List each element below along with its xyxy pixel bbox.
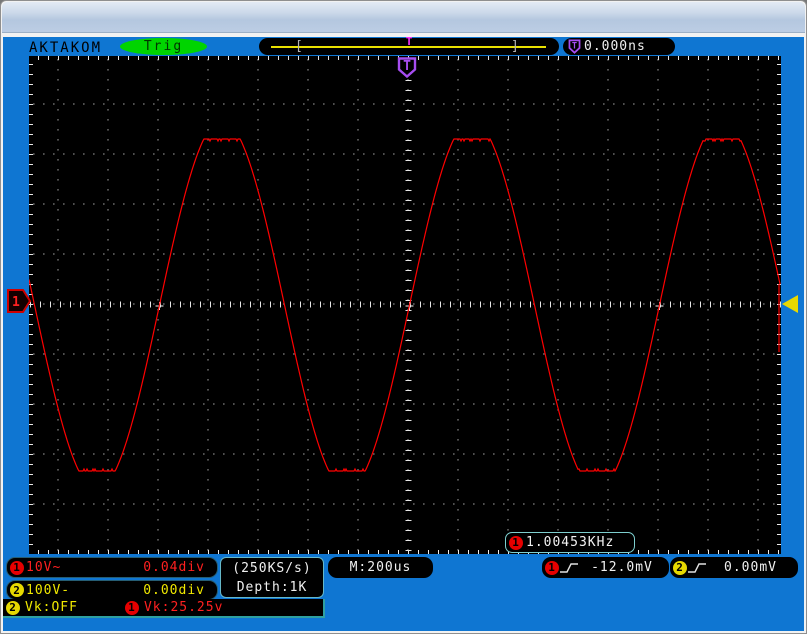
oscilloscope-window: AKTAKOM Trig [ ] T T 0.000ns T xyxy=(0,0,807,634)
ch1-badge: 1 xyxy=(509,536,523,550)
svg-text:1: 1 xyxy=(12,295,20,310)
vk-status-bar: 2 Vk:OFF 1 Vk:25.25v xyxy=(3,599,325,618)
graticule-svg xyxy=(29,56,781,554)
rising-edge-icon xyxy=(687,561,707,575)
trigger-time-value: 0.000ns xyxy=(584,39,646,54)
window-titlebar[interactable] xyxy=(2,2,805,33)
ch2-badge: 2 xyxy=(10,583,24,597)
svg-text:T: T xyxy=(403,59,411,74)
waveform-trace xyxy=(29,139,780,471)
trigger-time-readout: T 0.000ns xyxy=(563,38,675,55)
frequency-readout: 1 1.00453KHz xyxy=(505,532,635,553)
trigger1-level-pill[interactable]: 1 -12.0mV xyxy=(542,557,669,578)
rising-edge-icon xyxy=(559,561,579,575)
ch1-badge: 1 xyxy=(545,561,559,575)
trigger-position-marker[interactable]: T xyxy=(397,57,417,78)
ch1-vk-value: Vk:25.25v xyxy=(144,600,223,615)
ch2-vk-value: Vk:OFF xyxy=(25,600,78,615)
trigger-shield-icon: T xyxy=(568,39,581,54)
trigger2-level: 0.00mV xyxy=(707,560,794,575)
ch1-badge: 1 xyxy=(10,561,24,575)
trigger2-level-pill[interactable]: 2 0.00mV xyxy=(670,557,798,578)
frequency-value: 1.00453KHz xyxy=(526,535,614,550)
ch1-vk-group: 1 Vk:25.25v xyxy=(125,600,223,615)
ch1-scale: 10V~ xyxy=(26,560,61,575)
ch1-ground-marker[interactable]: 1 xyxy=(7,289,32,313)
scope-screen: AKTAKOM Trig [ ] T T 0.000ns T xyxy=(3,37,804,631)
trigger-level-arrow[interactable] xyxy=(782,295,798,313)
trigger-status-badge: Trig xyxy=(120,38,207,55)
trigger-marker-t: T xyxy=(259,36,559,47)
memory-depth: Depth:1K xyxy=(221,578,323,597)
timebase-value: M:200us xyxy=(350,560,412,575)
timebase-pill[interactable]: M:200us xyxy=(328,557,433,578)
trigger1-level: -12.0mV xyxy=(579,560,665,575)
svg-text:T: T xyxy=(572,41,577,51)
acquisition-box: (250KS/s) Depth:1K xyxy=(220,557,324,598)
ch2-scale: 100V- xyxy=(26,583,70,598)
ch2-vk-group: 2 Vk:OFF xyxy=(6,600,78,615)
ch2-settings-pill[interactable]: 2 100V- 0.00div xyxy=(6,580,218,600)
ch1-settings-pill[interactable]: 1 10V~ 0.04div xyxy=(6,557,218,578)
ch2-position: 0.00div xyxy=(143,583,205,598)
brand-label: AKTAKOM xyxy=(29,40,102,56)
trigger-status-label: Trig xyxy=(144,39,183,54)
graticule xyxy=(29,56,781,554)
sample-rate: (250KS/s) xyxy=(221,559,323,578)
ch2-badge: 2 xyxy=(673,561,687,575)
timebase-window-bar[interactable]: [ ] T xyxy=(259,38,559,55)
ch1-badge: 1 xyxy=(125,601,139,615)
ch2-badge: 2 xyxy=(6,601,20,615)
ch1-position: 0.04div xyxy=(143,560,205,575)
